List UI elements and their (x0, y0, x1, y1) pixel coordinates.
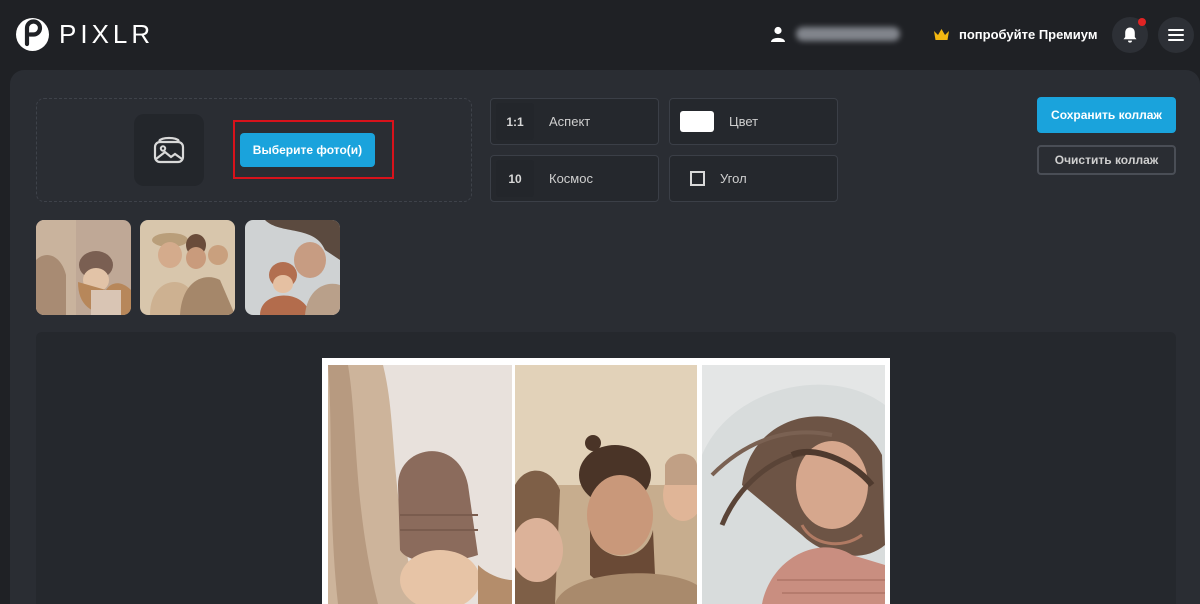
crown-icon (934, 29, 949, 40)
corner-label: Угол (720, 171, 747, 186)
clear-collage-button[interactable]: Очистить коллаж (1037, 145, 1176, 175)
collage-cell-1[interactable] (328, 365, 512, 604)
image-icon[interactable] (134, 114, 204, 186)
notifications-button[interactable] (1112, 17, 1148, 53)
premium-link[interactable]: попробуйте Премиум (933, 27, 1097, 42)
spacing-option[interactable]: 10 Космос (490, 155, 659, 202)
corner-option[interactable]: Угол (669, 155, 838, 202)
color-label: Цвет (729, 114, 759, 129)
highlight-annotation-frame (233, 120, 394, 179)
color-swatch (680, 111, 714, 132)
aspect-label: Аспект (549, 114, 591, 129)
spacing-value: 10 (496, 160, 534, 197)
logo-text: PIXLR (59, 19, 155, 49)
corner-square-icon (690, 171, 705, 186)
user-account[interactable] (770, 26, 900, 42)
thumbnail-photo-3[interactable] (245, 220, 340, 315)
aspect-value: 1:1 (496, 103, 534, 140)
collage-cell-3[interactable] (702, 365, 885, 604)
pixlr-logo[interactable]: PIXLR (16, 18, 154, 51)
premium-label: попробуйте Премиум (959, 27, 1098, 42)
notification-dot (1138, 18, 1146, 26)
thumbnail-photo-1[interactable] (36, 220, 131, 315)
top-bar: PIXLR попробуйте Премиум (0, 0, 1200, 70)
save-collage-button[interactable]: Сохранить коллаж (1037, 97, 1176, 133)
user-name-blurred (796, 27, 900, 41)
user-icon (771, 26, 785, 42)
hamburger-menu-icon (1168, 29, 1184, 41)
collage-cell-2[interactable] (515, 365, 697, 604)
color-option[interactable]: Цвет (669, 98, 838, 145)
menu-button[interactable] (1158, 17, 1194, 53)
thumbnail-photo-2[interactable] (140, 220, 235, 315)
bell-icon (1123, 27, 1137, 43)
spacing-label: Космос (549, 171, 593, 186)
pixlr-logo-icon (16, 18, 49, 51)
aspect-option[interactable]: 1:1 Аспект (490, 98, 659, 145)
collage-preview[interactable] (322, 358, 890, 604)
